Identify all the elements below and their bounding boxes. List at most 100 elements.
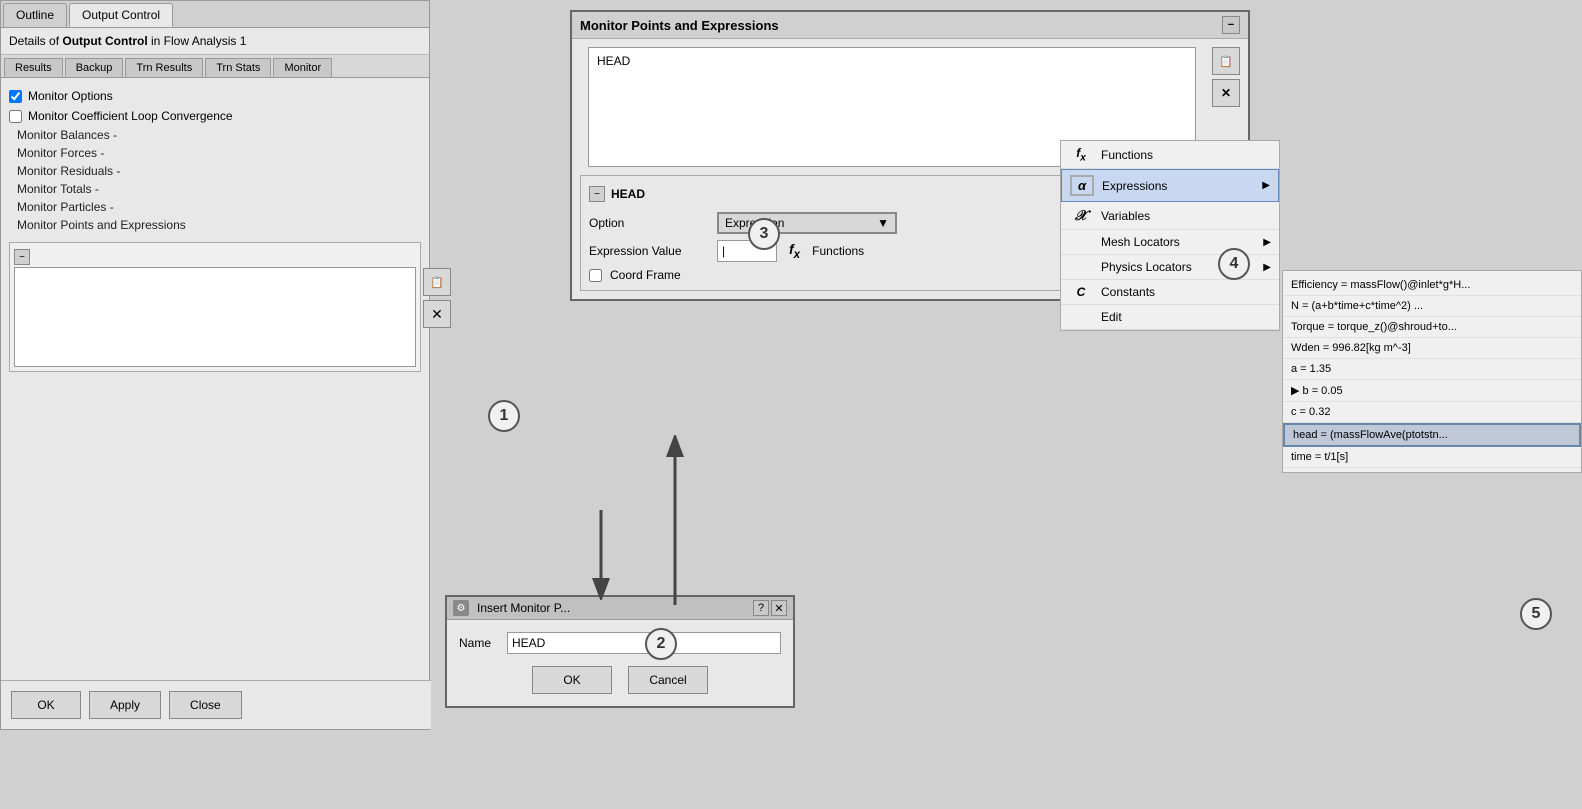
menu-edit[interactable]: Edit [1061,305,1279,330]
functions-menu-label: Functions [1101,148,1153,162]
arrow-up [660,435,690,605]
functions-label[interactable]: Functions [812,244,864,258]
main-tab-bar: Outline Output Control [1,1,429,28]
expr-n-text: N = (a+b*time+c*time^2) ... [1291,300,1423,312]
expressions-panel: Efficiency = massFlow()@inlet*g*H... N =… [1282,270,1582,473]
mpe-title: Monitor Points and Expressions [580,18,779,33]
add-monitor-btn[interactable]: 📋 [423,268,451,296]
tab-output-control[interactable]: Output Control [69,3,173,27]
monitor-options-checkbox[interactable] [9,90,22,103]
bottom-buttons: OK Apply Close [1,680,431,729]
circle-4: 4 [1218,248,1250,280]
expr-item-head[interactable]: head = (massFlowAve(ptotstn... [1283,423,1581,447]
expr-a-text: a = 1.35 [1291,363,1331,375]
monitor-points-item[interactable]: Monitor Points and Expressions [9,216,421,234]
expr-item-wden[interactable]: Wden = 996.82[kg m^-3] [1283,338,1581,359]
apply-button[interactable]: Apply [89,691,161,719]
insert-name-input[interactable] [507,632,781,654]
mpe-add-btn[interactable]: 📋 [1212,47,1240,75]
alpha-icon: α [1070,175,1094,196]
functions-icon: fx [1069,146,1093,163]
arrow-down [586,510,616,600]
monitor-totals-item[interactable]: Monitor Totals - [9,180,421,198]
expr-item-a[interactable]: a = 1.35 [1283,359,1581,380]
delete-monitor-btn[interactable]: ✕ [423,300,451,328]
insert-name-row: Name [459,632,781,654]
expr-item-n[interactable]: N = (a+b*time+c*time^2) ... [1283,296,1581,317]
insert-close-btn[interactable]: ✕ [771,600,787,616]
insert-dialog-title: Insert Monitor P... [477,601,570,615]
monitor-forces-item[interactable]: Monitor Forces - [9,144,421,162]
head-label: HEAD [611,187,645,201]
left-panel: Outline Output Control Details of Output… [0,0,430,730]
mpe-minimize-btn[interactable]: − [1222,16,1240,34]
dropdown-arrow-icon: ▼ [877,216,889,230]
sub-tab-bar: Results Backup Trn Results Trn Stats Mon… [1,55,429,78]
expr-item-b[interactable]: ▶ b = 0.05 [1283,380,1581,402]
panel-content: Monitor Options Monitor Coefficient Loop… [1,78,429,380]
monitor-points-section: − 📋 ✕ [9,242,421,372]
menu-expressions[interactable]: α Expressions ▶ [1061,169,1279,202]
edit-menu-label: Edit [1101,310,1122,324]
constants-menu-label: Constants [1101,285,1155,299]
tab-backup[interactable]: Backup [65,58,124,77]
tab-monitor[interactable]: Monitor [273,58,332,77]
mpe-delete-btn[interactable]: ✕ [1212,79,1240,107]
physics-locators-label: Physics Locators [1101,260,1192,274]
option-label: Option [589,216,709,230]
menu-variables[interactable]: 𝒳 Variables [1061,202,1279,230]
coord-frame-checkbox[interactable] [589,269,602,282]
monitor-residuals-item[interactable]: Monitor Residuals - [9,162,421,180]
tab-outline[interactable]: Outline [3,3,67,27]
menu-mesh-locators[interactable]: Mesh Locators ▶ [1061,230,1279,255]
insert-help-btn[interactable]: ? [753,600,769,616]
menu-functions[interactable]: fx Functions [1061,141,1279,169]
circle-2: 2 [645,628,677,660]
insert-titlebar: ⚙ Insert Monitor P... ? ✕ [447,597,793,620]
mpe-list-item[interactable]: HEAD [593,52,1191,70]
head-collapse-btn[interactable]: − [589,186,605,202]
expr-head-text: head = (massFlowAve(ptotstn... [1293,429,1448,441]
monitor-points-list[interactable]: 📋 ✕ [14,267,416,367]
expr-wden-text: Wden = 996.82[kg m^-3] [1291,342,1411,354]
monitor-balances-item[interactable]: Monitor Balances - [9,126,421,144]
insert-cancel-button[interactable]: Cancel [628,666,708,694]
expr-efficiency-text: Efficiency = massFlow()@inlet*g*H... [1291,279,1470,291]
monitor-options-row: Monitor Options [9,86,421,106]
ok-button[interactable]: OK [11,691,81,719]
insert-title-buttons: ? ✕ [753,600,787,616]
expression-value-label: Expression Value [589,244,709,258]
fx-icon: fx [789,241,800,261]
insert-dialog-icon: ⚙ [453,600,469,616]
tab-trn-results[interactable]: Trn Results [125,58,203,77]
expr-torque-text: Torque = torque_z()@shroud+to... [1291,321,1457,333]
expr-item-efficiency[interactable]: Efficiency = massFlow()@inlet*g*H... [1283,275,1581,296]
functions-menu: fx Functions α Expressions ▶ 𝒳 Variables… [1060,140,1280,331]
expr-c-text: c = 0.32 [1291,406,1330,418]
variables-icon: 𝒳 [1069,207,1093,224]
tab-trn-stats[interactable]: Trn Stats [205,58,271,77]
tab-results[interactable]: Results [4,58,63,77]
insert-name-label: Name [459,636,499,650]
section-header: − [14,247,416,267]
mesh-arrow-icon: ▶ [1263,237,1271,248]
option-dropdown[interactable]: Expression ▼ [717,212,897,234]
close-button[interactable]: Close [169,691,242,719]
insert-ok-button[interactable]: OK [532,666,612,694]
expr-item-time[interactable]: time = t/1[s] [1283,447,1581,468]
expr-b-text: b = 0.05 [1303,385,1343,397]
expr-item-torque[interactable]: Torque = torque_z()@shroud+to... [1283,317,1581,338]
monitor-coeff-label: Monitor Coefficient Loop Convergence [28,109,233,123]
collapse-btn[interactable]: − [14,249,30,265]
circle-1: 1 [488,400,520,432]
monitor-coeff-checkbox[interactable] [9,110,22,123]
coord-frame-label: Coord Frame [610,268,681,282]
monitor-particles-item[interactable]: Monitor Particles - [9,198,421,216]
physics-arrow-icon: ▶ [1263,262,1271,273]
constants-icon: C [1069,285,1093,299]
monitor-options-label: Monitor Options [28,89,113,103]
expressions-menu-label: Expressions [1102,179,1167,193]
expr-item-c[interactable]: c = 0.32 [1283,402,1581,423]
variables-menu-label: Variables [1101,209,1150,223]
menu-constants[interactable]: C Constants [1061,280,1279,305]
